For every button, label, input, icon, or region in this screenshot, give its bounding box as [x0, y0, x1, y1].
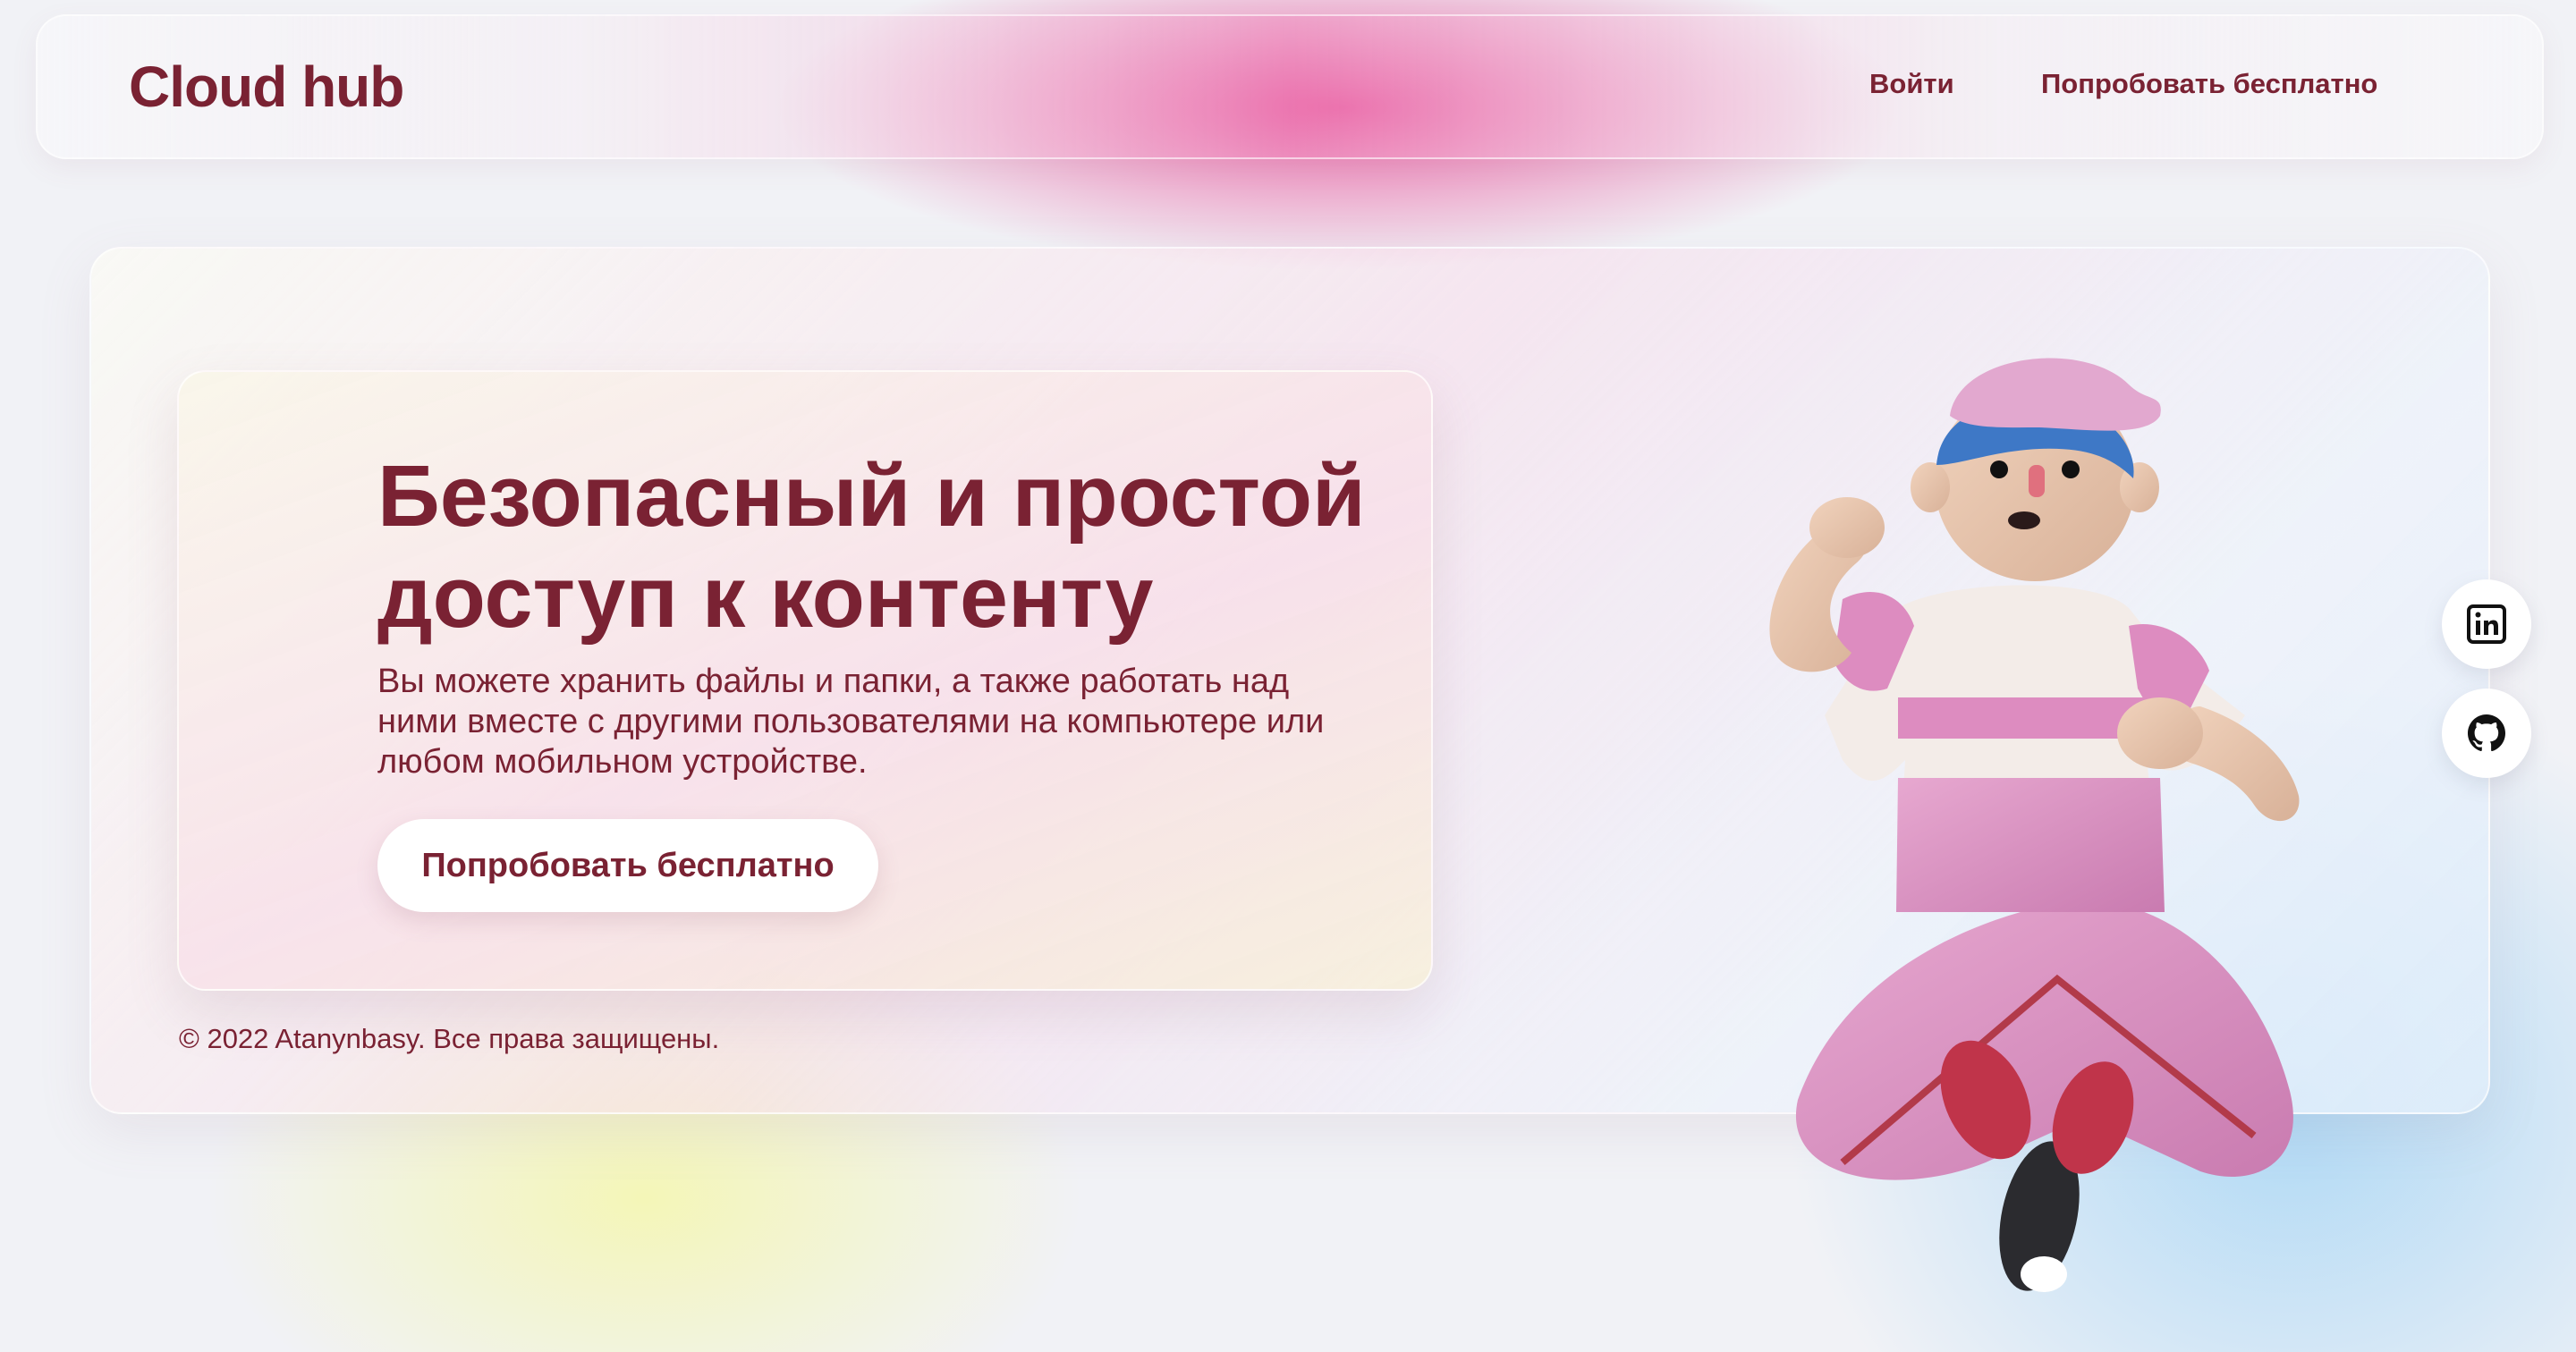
github-button[interactable]: [2442, 689, 2531, 778]
login-link[interactable]: Войти: [1869, 68, 1954, 100]
try-free-button[interactable]: Попробовать бесплатно: [377, 819, 878, 912]
copyright-text: © 2022 Atanynbasy. Все права защищены.: [179, 1023, 720, 1054]
linkedin-icon: [2467, 604, 2506, 644]
try-free-link[interactable]: Попробовать бесплатно: [2041, 68, 2377, 100]
hero-title: Безопасный и простой доступ к контенту: [377, 447, 1366, 646]
linkedin-button[interactable]: [2442, 579, 2531, 669]
character-illustration: [1769, 358, 2300, 1292]
github-icon: [2468, 714, 2505, 752]
hero-description: Вы можете хранить файлы и папки, а также…: [377, 663, 1325, 781]
brand-logo[interactable]: Cloud hub: [129, 54, 404, 120]
